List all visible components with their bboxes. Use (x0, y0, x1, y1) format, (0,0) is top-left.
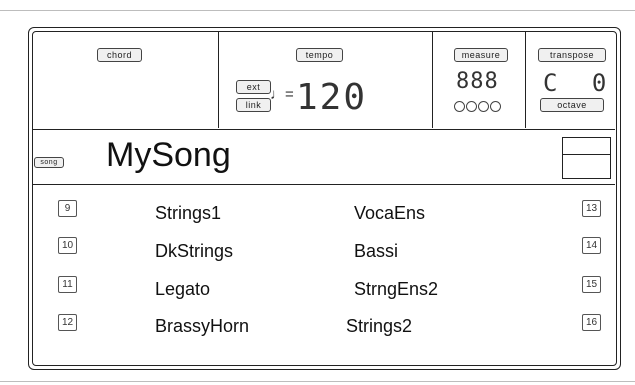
octave-badge: octave (540, 98, 604, 112)
link-badge: link (236, 98, 271, 112)
song-option-box-bottom[interactable] (562, 154, 611, 179)
beat-dot (478, 101, 489, 112)
track-number-11[interactable]: 11 (58, 276, 77, 293)
chord-badge: chord (97, 48, 142, 62)
track-number-16[interactable]: 16 (582, 314, 601, 331)
track-name-13[interactable]: VocaEns (354, 203, 425, 224)
track-number-13[interactable]: 13 (582, 200, 601, 217)
beat-dot (490, 101, 501, 112)
measure-cell: measure 888 (432, 31, 526, 128)
track-name-16[interactable]: Strings2 (346, 316, 412, 337)
beat-dot (466, 101, 477, 112)
status-strip: chord tempo ext link ♩= 120 measure 888 … (32, 31, 615, 129)
measure-value: 888 (456, 69, 499, 94)
track-number-9[interactable]: 9 (58, 200, 77, 217)
transpose-cell: transpose C 0 octave (525, 31, 615, 128)
top-divider (0, 10, 635, 11)
track-name-15[interactable]: StrngEns2 (354, 279, 438, 300)
bottom-divider (0, 381, 635, 382)
chord-cell: chord (32, 31, 219, 128)
tempo-badge: tempo (296, 48, 343, 62)
track-number-15[interactable]: 15 (582, 276, 601, 293)
tempo-value: 120 (296, 77, 368, 118)
song-name[interactable]: MySong (106, 136, 231, 175)
song-badge: song (34, 157, 64, 168)
track-name-10[interactable]: DkStrings (155, 241, 233, 262)
transpose-value: C 0 (543, 69, 617, 97)
tempo-cell: tempo ext link ♩= 120 (218, 31, 433, 128)
beat-dot (454, 101, 465, 112)
measure-badge: measure (454, 48, 508, 62)
track-number-14[interactable]: 14 (582, 237, 601, 254)
track-name-14[interactable]: Bassi (354, 241, 398, 262)
transpose-badge: transpose (538, 48, 606, 62)
track-number-12[interactable]: 12 (58, 314, 77, 331)
track-name-11[interactable]: Legato (155, 279, 210, 300)
track-number-10[interactable]: 10 (58, 237, 77, 254)
ext-badge: ext (236, 80, 271, 94)
track-name-9[interactable]: Strings1 (155, 203, 221, 224)
quarter-note-icon: ♩= (270, 86, 294, 103)
track-name-12[interactable]: BrassyHorn (155, 316, 249, 337)
